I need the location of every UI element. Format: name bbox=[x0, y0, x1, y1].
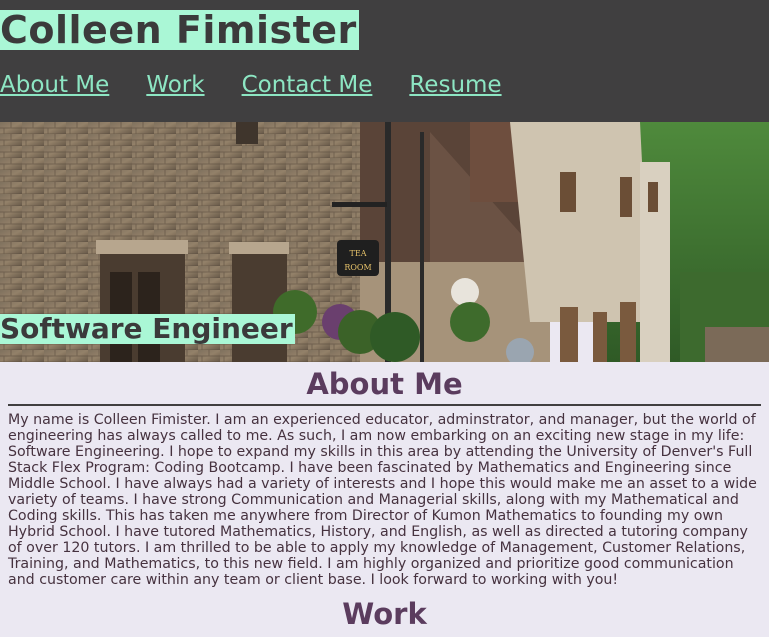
hero-banner: TEA ROOM Software Engineer bbox=[0, 122, 769, 362]
about-heading: About Me bbox=[306, 367, 463, 401]
about-paragraph: My name is Colleen Fimister. I am an exp… bbox=[8, 412, 757, 588]
svg-text:TEA: TEA bbox=[350, 249, 367, 258]
nav-link-about[interactable]: About Me bbox=[0, 72, 109, 98]
work-heading: Work bbox=[342, 597, 427, 631]
site-title: Colleen Fimister bbox=[0, 8, 359, 52]
site-header: Colleen Fimister About Me Work Contact Me R… bbox=[0, 0, 769, 122]
tea-room-sign: ROOM bbox=[344, 263, 371, 272]
section-divider bbox=[8, 404, 761, 406]
nav-link-contact[interactable]: Contact Me bbox=[242, 72, 373, 98]
main-nav: About Me Work Contact Me Resume bbox=[0, 72, 539, 98]
about-section: About Me My name is Colleen Fimister. I … bbox=[0, 366, 769, 632]
hero-role-title: Software Engineer bbox=[0, 312, 295, 345]
nav-link-resume[interactable]: Resume bbox=[409, 72, 501, 98]
nav-link-work[interactable]: Work bbox=[146, 72, 204, 98]
